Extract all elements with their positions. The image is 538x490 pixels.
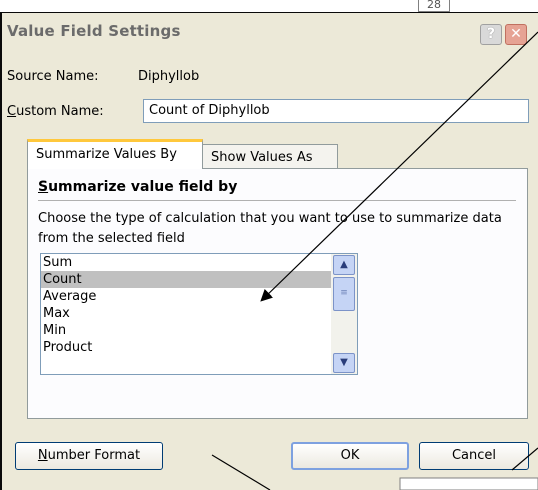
ok-button[interactable]: OK bbox=[291, 442, 409, 470]
dialog-title: Value Field Settings bbox=[7, 22, 181, 40]
list-item-selected[interactable]: Count bbox=[41, 271, 331, 288]
custom-name-label-text: ustom Name: bbox=[16, 104, 104, 119]
vertical-scrollbar[interactable]: ▲ ≡ ▼ bbox=[331, 254, 357, 374]
divider bbox=[38, 200, 516, 201]
description-text: Choose the type of calculation that you … bbox=[38, 211, 502, 246]
number-format-label: umber Format bbox=[47, 448, 141, 463]
source-name-value: Diphyllob bbox=[138, 69, 200, 84]
chevron-down-icon: ▼ bbox=[340, 357, 348, 368]
list-item[interactable]: Sum bbox=[41, 254, 331, 271]
custom-name-input[interactable]: Count of Diphyllob bbox=[143, 99, 529, 123]
number-format-button[interactable]: Number Format bbox=[15, 442, 163, 470]
close-icon: ✕ bbox=[510, 26, 522, 42]
tab-summarize-values-by[interactable]: Summarize Values By bbox=[27, 139, 203, 169]
value-field-settings-dialog: Value Field Settings ? ✕ Source Name: Di… bbox=[0, 12, 538, 490]
title-bar[interactable]: Value Field Settings ? ✕ bbox=[2, 13, 538, 47]
custom-name-mnemonic: C bbox=[7, 104, 17, 119]
number-format-mnemonic: N bbox=[37, 448, 48, 463]
scroll-thumb[interactable]: ≡ bbox=[333, 277, 355, 311]
help-button[interactable]: ? bbox=[480, 24, 502, 45]
spreadsheet-cell: 28 bbox=[418, 0, 450, 12]
source-name-label: Source Name: bbox=[7, 69, 99, 84]
cancel-button[interactable]: Cancel bbox=[419, 442, 529, 470]
section-heading: Summarize value field by bbox=[38, 179, 237, 195]
list-item[interactable]: Product bbox=[41, 339, 331, 356]
list-item[interactable]: Min bbox=[41, 322, 331, 339]
section-heading-text: ummarize value field by bbox=[48, 179, 238, 195]
grip-icon: ≡ bbox=[340, 288, 348, 298]
tab-show-values-as[interactable]: Show Values As bbox=[203, 144, 338, 170]
spreadsheet-background bbox=[0, 0, 538, 12]
function-listbox[interactable]: Sum Count Average Max Min Product ▲ ≡ ▼ bbox=[40, 253, 358, 375]
custom-name-label: Custom Name: bbox=[7, 104, 104, 119]
list-item[interactable]: Average bbox=[41, 288, 331, 305]
section-heading-mnemonic: S bbox=[38, 179, 49, 195]
close-button[interactable]: ✕ bbox=[505, 24, 527, 45]
scroll-down-button[interactable]: ▼ bbox=[333, 353, 355, 373]
tab-panel: Summarize value field by Choose the type… bbox=[27, 168, 528, 419]
list-item[interactable]: Max bbox=[41, 305, 331, 322]
chevron-up-icon: ▲ bbox=[340, 259, 348, 270]
help-icon: ? bbox=[486, 26, 496, 42]
scroll-up-button[interactable]: ▲ bbox=[333, 255, 355, 275]
